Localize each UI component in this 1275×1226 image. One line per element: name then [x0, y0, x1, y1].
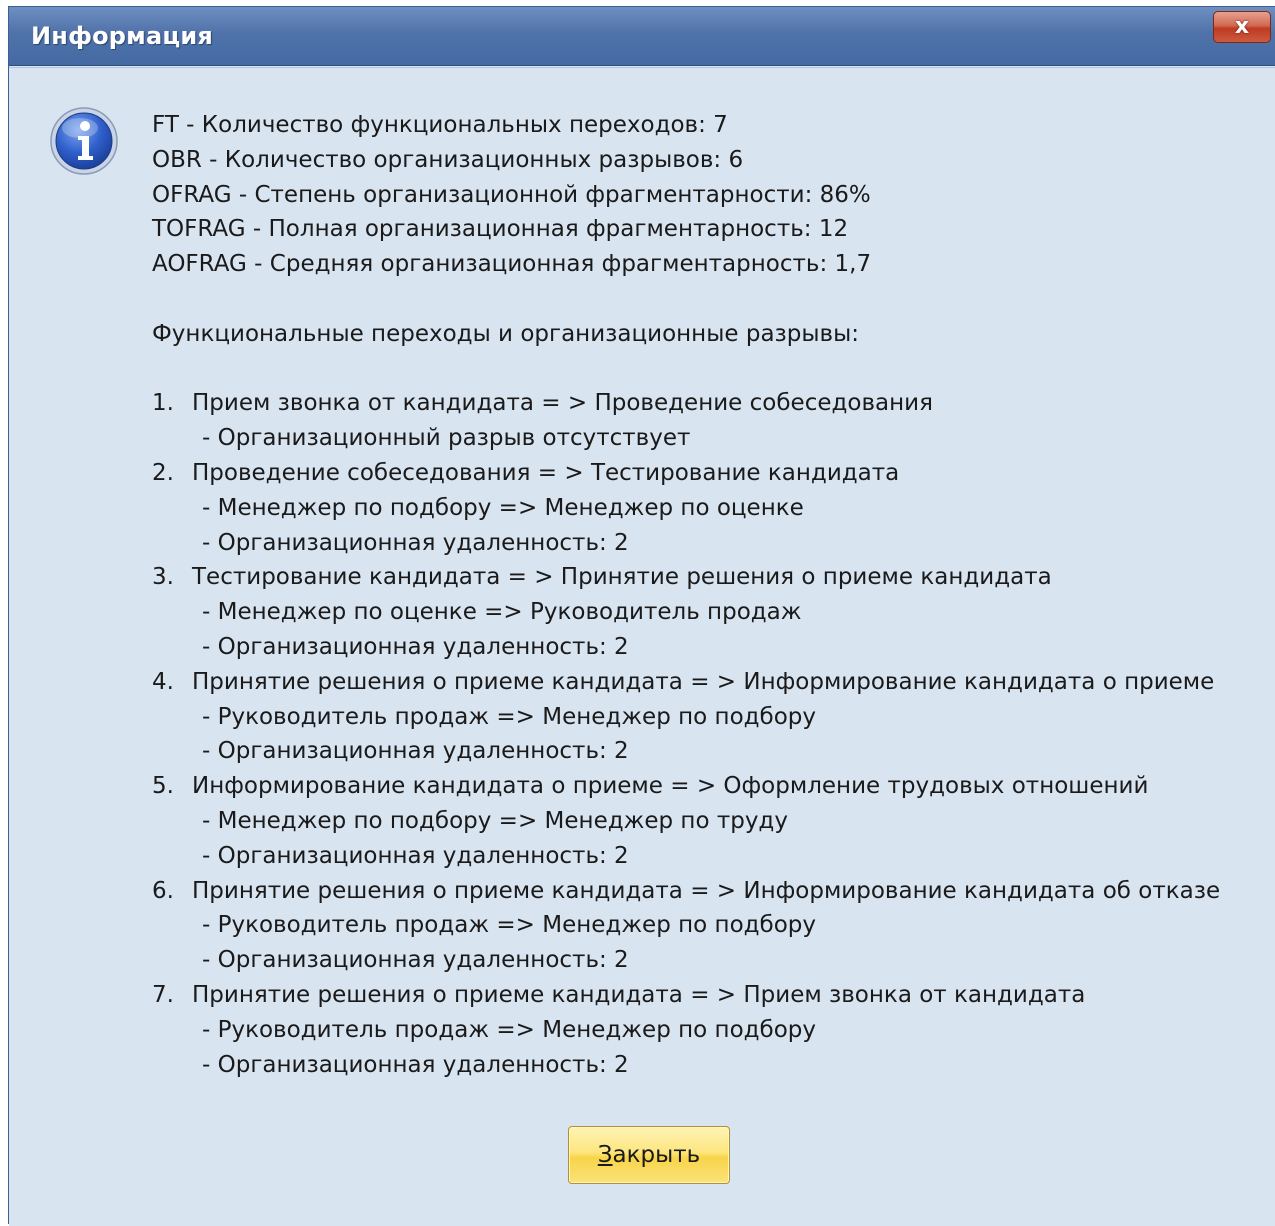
transition-number: 4.	[152, 668, 174, 695]
dialog-content: FT - Количество функциональных переходов…	[9, 67, 1275, 1226]
summary-line: TOFRAG - Полная организационная фрагмент…	[152, 216, 849, 243]
transition-detail: - Руководитель продаж => Менеджер по под…	[202, 1016, 817, 1043]
transition-item: 5. Информирование кандидата о приеме = > …	[152, 769, 1272, 804]
summary-line: OBR - Количество организационных разрыво…	[152, 146, 744, 173]
transition-number: 2.	[152, 459, 174, 486]
transition-text: Информирование кандидата о приеме = > Оф…	[192, 773, 1149, 800]
summary-line: OFRAG - Степень организационной фрагмент…	[152, 181, 871, 208]
transition-number: 6.	[152, 877, 174, 904]
title-bar[interactable]: Информация x	[9, 7, 1275, 66]
transition-detail: - Организационная удаленность: 2	[202, 842, 629, 869]
transition-item: 3. Тестирование кандидата = > Принятие ре…	[152, 560, 1272, 595]
info-text: FT - Количество функциональных переходов…	[152, 108, 1272, 1082]
transition-detail: - Менеджер по подбору => Менеджер по тру…	[202, 807, 788, 834]
transition-detail: - Организационная удаленность: 2	[202, 947, 629, 974]
close-icon: x	[1234, 14, 1250, 39]
info-dialog: Информация x FT - Количество функциональ…	[8, 6, 1275, 1226]
transition-detail: - Менеджер по оценке => Руководитель про…	[202, 599, 802, 626]
transition-detail: - Организационная удаленность: 2	[202, 1051, 629, 1078]
transition-text: Проведение собеседования = > Тестировани…	[192, 459, 900, 486]
section-heading: Функциональные переходы и организационны…	[152, 320, 859, 347]
transition-text: Принятие решения о приеме кандидата = > …	[192, 668, 1215, 695]
transition-detail: - Менеджер по подбору => Менеджер по оце…	[202, 494, 804, 521]
transition-number: 3.	[152, 564, 174, 591]
transition-item: 2. Проведение собеседования = > Тестирова…	[152, 456, 1272, 491]
transition-detail: - Организационная удаленность: 2	[202, 738, 629, 765]
transition-text: Тестирование кандидата = > Принятие реше…	[192, 564, 1052, 591]
close-button-label: акрыть	[612, 1142, 701, 1168]
transition-text: Прием звонка от кандидата = > Проведение…	[192, 390, 933, 417]
transition-number: 5.	[152, 773, 174, 800]
dialog-title: Информация	[31, 22, 213, 50]
transition-detail: - Руководитель продаж => Менеджер по под…	[202, 703, 817, 730]
close-button[interactable]: Закрыть	[568, 1126, 730, 1184]
transition-item: 6. Принятие решения о приеме кандидата = …	[152, 874, 1272, 909]
transition-number: 1.	[152, 390, 174, 417]
transition-detail: - Организационный разрыв отсутствует	[202, 425, 691, 452]
transition-number: 7.	[152, 981, 174, 1008]
transition-detail: - Руководитель продаж => Менеджер по под…	[202, 912, 817, 939]
transition-detail: - Организационная удаленность: 2	[202, 633, 629, 660]
transition-detail: - Организационная удаленность: 2	[202, 529, 629, 556]
summary-line: AOFRAG - Средняя организационная фрагмен…	[152, 251, 872, 278]
transition-text: Принятие решения о приеме кандидата = > …	[192, 877, 1221, 904]
transition-item: 7. Принятие решения о приеме кандидата = …	[152, 978, 1272, 1013]
transition-text: Принятие решения о приеме кандидата = > …	[192, 981, 1086, 1008]
info-icon	[50, 107, 118, 175]
summary-line: FT - Количество функциональных переходов…	[152, 112, 728, 138]
transition-item: 4. Принятие решения о приеме кандидата = …	[152, 665, 1272, 700]
transition-item: 1. Прием звонка от кандидата = > Проведен…	[152, 386, 1272, 421]
close-button-access-key: З	[597, 1142, 613, 1168]
window-close-button[interactable]: x	[1213, 11, 1271, 43]
